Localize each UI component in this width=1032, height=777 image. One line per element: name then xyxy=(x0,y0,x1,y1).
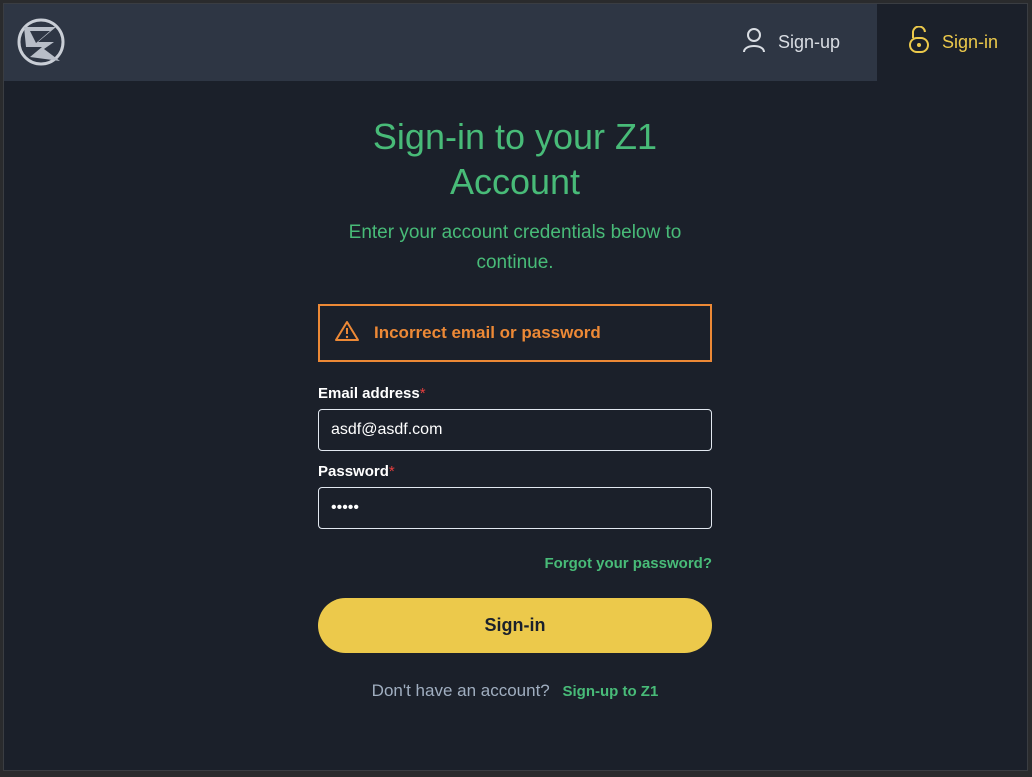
error-alert: Incorrect email or password xyxy=(318,304,712,362)
warning-icon xyxy=(334,320,360,347)
email-label: Email address* xyxy=(318,385,426,402)
forgot-password-link[interactable]: Forgot your password? xyxy=(318,555,712,572)
password-field[interactable] xyxy=(318,487,712,529)
nav-signup-tab[interactable]: Sign-up xyxy=(742,4,877,81)
nav-signin-label: Sign-in xyxy=(941,32,999,52)
signup-prompt: Don't have an account? Sign-up to Z1 xyxy=(318,681,712,701)
nav-signin-tab[interactable]: Sign-in xyxy=(877,4,1027,81)
user-icon xyxy=(742,27,766,58)
page-subtitle: Enter your account credentials below to … xyxy=(348,222,682,273)
z1-logo[interactable] xyxy=(16,17,68,69)
app-window: Sign-up Sign-in Sign-in to your Z1 Accou… xyxy=(3,3,1028,771)
page-title: Sign-in to your Z1 Account xyxy=(372,116,658,202)
unlock-icon xyxy=(908,25,930,59)
password-label: Password* xyxy=(318,463,395,480)
logo-icon xyxy=(17,18,65,66)
signup-prompt-text: Don't have an account? xyxy=(371,681,550,700)
required-marker: * xyxy=(388,463,395,480)
error-message: Incorrect email or password xyxy=(374,323,601,342)
nav-signup-label: Sign-up xyxy=(778,32,841,52)
signup-link[interactable]: Sign-up to Z1 xyxy=(563,683,659,700)
required-marker: * xyxy=(419,385,426,402)
top-navbar: Sign-up Sign-in xyxy=(4,4,1027,81)
email-field[interactable] xyxy=(318,409,712,451)
signin-form-container: Sign-in to your Z1 Account Enter your ac… xyxy=(318,114,712,701)
signin-button[interactable]: Sign-in xyxy=(318,598,712,653)
